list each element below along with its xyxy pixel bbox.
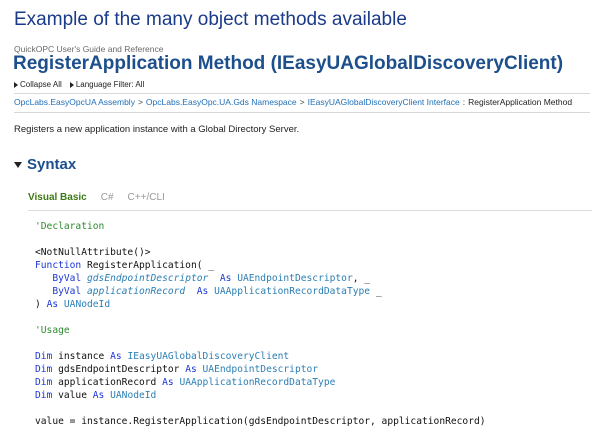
keyword: Dim [35,351,53,362]
tab-cpp-cli[interactable]: C++/CLI [128,192,165,203]
tab-visual-basic[interactable]: Visual Basic [28,192,87,203]
syntax-heading: Syntax [27,156,77,173]
close-paren: ) [35,299,41,310]
tab-csharp[interactable]: C# [101,192,114,203]
keyword: As [196,286,209,297]
keyword: Function [35,260,82,271]
keyword: As [110,351,122,362]
collapse-arrow-icon [14,81,18,88]
breadcrumb-assembly-link[interactable]: OpcLabs.EasyOpcUA Assembly [14,97,135,107]
var-name: applicationRecord [58,377,157,388]
keyword: As [185,364,197,375]
keyword: As [92,390,105,401]
type-name: UANodeId [63,299,111,310]
page-title: RegisterApplication Method (IEasyUAGloba… [13,53,564,74]
type-name: UAEndpointDescriptor [202,364,319,375]
type-name: UAApplicationRecordDataType [179,377,336,388]
breadcrumb-separator: > [299,97,305,107]
collapse-all-button[interactable]: Collapse All [14,80,62,89]
line-continuation: , _ [352,273,371,284]
breadcrumb-interface-link[interactable]: IEasyUAGlobalDiscoveryClient Interface [308,97,460,107]
type-name: IEasyUAGlobalDiscoveryClient [127,351,290,362]
attribute-line: <NotNullAttribute()> [35,247,151,258]
type-name: UAEndpointDescriptor [237,273,353,284]
breadcrumb-divider [14,112,590,113]
filter-arrow-icon [69,81,74,88]
header-divider [14,93,590,94]
method-summary: Registers a new application instance wit… [14,124,300,135]
breadcrumb-current: RegisterApplication Method [468,97,573,107]
var-name: instance [58,351,105,362]
keyword: ByVal [52,273,82,284]
collapse-triangle-icon [14,162,22,168]
declaration-comment: 'Declaration [35,221,105,232]
language-filter-label: Language Filter: All [75,80,145,89]
type-name: UANodeId [110,390,157,401]
line-continuation: _ [370,286,382,297]
language-tabs: Visual Basic C# C++/CLI [28,192,165,203]
call-line: value = instance.RegisterApplication(gds… [35,416,486,427]
var-name: value [58,390,87,401]
keyword: Dim [35,377,53,388]
keyword: Dim [35,390,53,401]
syntax-section-toggle[interactable]: Syntax [14,156,76,173]
breadcrumb-separator: > [137,97,143,107]
breadcrumb-namespace-link[interactable]: OpcLabs.EasyOpc.UA.Gds Namespace [146,97,297,107]
var-name: gdsEndpointDescriptor [58,364,180,375]
type-name: UAApplicationRecordDataType [214,286,371,297]
doc-toolbar: Collapse All Language Filter: All [14,80,144,89]
param-name: gdsEndpointDescriptor [87,273,209,284]
breadcrumb: OpcLabs.EasyOpcUA Assembly > OpcLabs.EasyO… [14,97,572,107]
usage-comment: 'Usage [35,325,70,336]
code-block: 'Declaration <NotNullAttribute()> Functi… [35,220,486,428]
language-filter-button[interactable]: Language Filter: All [69,80,145,89]
banner-heading: Example of the many object methods avail… [14,9,407,30]
keyword: ByVal [52,286,82,297]
keyword: As [162,377,174,388]
keyword: As [219,273,232,284]
collapse-all-label: Collapse All [20,80,62,89]
function-signature: RegisterApplication( _ [81,260,215,271]
keyword: Dim [35,364,53,375]
breadcrumb-separator-last: : [462,97,466,107]
param-name: applicationRecord [87,286,186,297]
keyword: As [46,299,59,310]
